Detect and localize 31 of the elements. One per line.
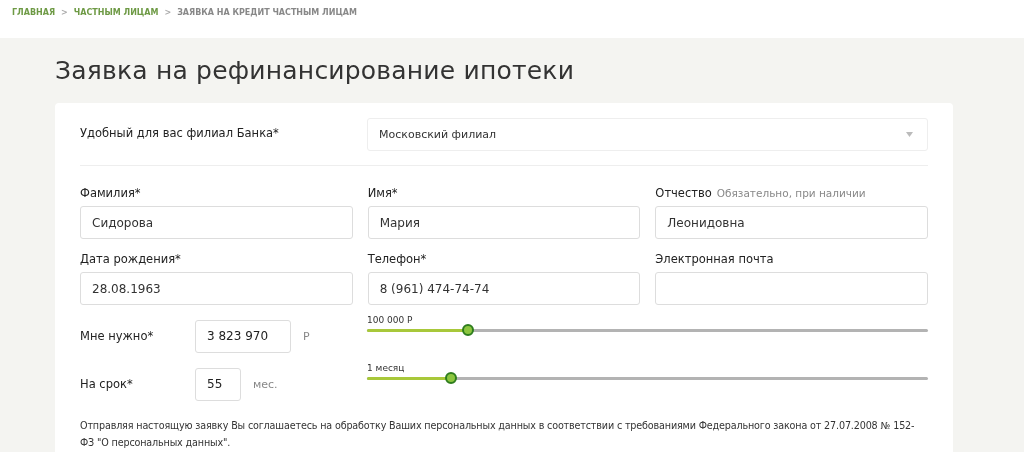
breadcrumb-separator: > — [61, 8, 68, 17]
input-field[interactable]: 55 — [195, 367, 241, 401]
field-label: Телефон* — [367, 252, 427, 266]
input-field[interactable]: Сидорова — [80, 206, 353, 239]
slider-thumb[interactable] — [445, 372, 458, 384]
input-field[interactable]: 28.08.1963 — [80, 272, 353, 305]
unit-label: мес. — [253, 377, 278, 391]
field-label: Электронная почта — [655, 252, 774, 266]
breadcrumb-separator: > — [164, 8, 172, 17]
field-label: Фамилия* — [80, 186, 141, 200]
page-title: Заявка на рефинансирование ипотеки — [55, 56, 576, 87]
field-label: Удобный для вас филиал Банка* — [80, 125, 280, 140]
unit-label: Р — [303, 329, 310, 343]
field-label: Отчество — [655, 186, 712, 200]
input-field[interactable]: Мария — [367, 206, 641, 239]
consent-text: Отправляя настоящую заявку Вы соглашаетесь на обработку Ваших персональных данных в соответствии с требованиями Федерального закона от 27.07.2008 № 152-ФЗ "О персональных данных". — [80, 419, 916, 450]
input-field[interactable]: Леонидовна — [655, 206, 928, 239]
dropdown-caret-icon — [906, 132, 913, 137]
input-field[interactable]: 3 823 970 — [195, 319, 291, 353]
slider-thumb[interactable] — [461, 324, 474, 336]
slider-min-label: 1 месяц — [367, 363, 406, 373]
input-field[interactable] — [655, 272, 928, 305]
field-label: Имя* — [367, 186, 398, 200]
field-label: Дата рождения* — [80, 252, 181, 266]
slider-min-label: 100 000 Р — [367, 315, 414, 325]
field-label: На срок* — [80, 377, 134, 391]
field-label: Мне нужно* — [80, 329, 155, 343]
input-field[interactable]: 8 (961) 474-74-74 — [367, 272, 641, 305]
field-hint: Обязательно, при наличии — [716, 187, 866, 199]
branch-select[interactable]: Московский филиал — [367, 118, 928, 151]
current-page-label: ЗАЯВКА НА КРЕДИТ ЧАСТНЫМ ЛИЦАМ — [177, 8, 357, 17]
